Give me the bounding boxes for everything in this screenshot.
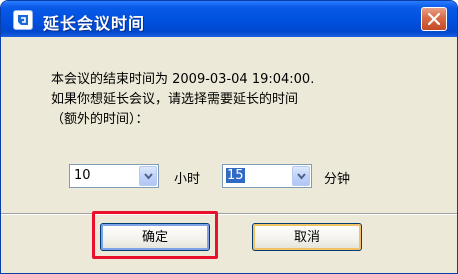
dialog-body: 本会议的结束时间为 2009-03-04 19:04:00. 如果你想延长会议，… bbox=[1, 37, 457, 273]
chevron-down-icon bbox=[144, 173, 153, 180]
separator bbox=[1, 213, 457, 215]
minutes-unit-label: 分钟 bbox=[324, 172, 351, 187]
minutes-select[interactable]: 15 bbox=[222, 164, 312, 188]
message-line-1: 本会议的结束时间为 2009-03-04 19:04:00. bbox=[51, 72, 315, 87]
minutes-value: 15 bbox=[226, 168, 245, 183]
cancel-button[interactable]: 取消 bbox=[252, 223, 362, 251]
hours-unit-label: 小时 bbox=[174, 172, 201, 187]
hours-dropdown-button[interactable] bbox=[139, 166, 157, 186]
extend-meeting-dialog: 延长会议时间 本会议的结束时间为 2009-03-04 19:04:00. 如果… bbox=[0, 0, 458, 274]
close-icon bbox=[428, 13, 440, 25]
minutes-dropdown-button[interactable] bbox=[292, 166, 310, 186]
message-line-2: 如果你想延长会议，请选择需要延长的时间 bbox=[51, 92, 299, 107]
hours-value: 10 bbox=[74, 168, 91, 183]
chevron-down-icon bbox=[297, 173, 306, 180]
hours-select[interactable]: 10 bbox=[69, 164, 159, 188]
app-logo-icon bbox=[13, 10, 33, 30]
title-bar[interactable]: 延长会议时间 bbox=[1, 1, 457, 37]
window-title: 延长会议时间 bbox=[43, 14, 146, 33]
ok-button[interactable]: 确定 bbox=[100, 223, 210, 251]
message-line-3: （额外的时间）： bbox=[51, 112, 149, 127]
close-button[interactable] bbox=[421, 7, 447, 31]
